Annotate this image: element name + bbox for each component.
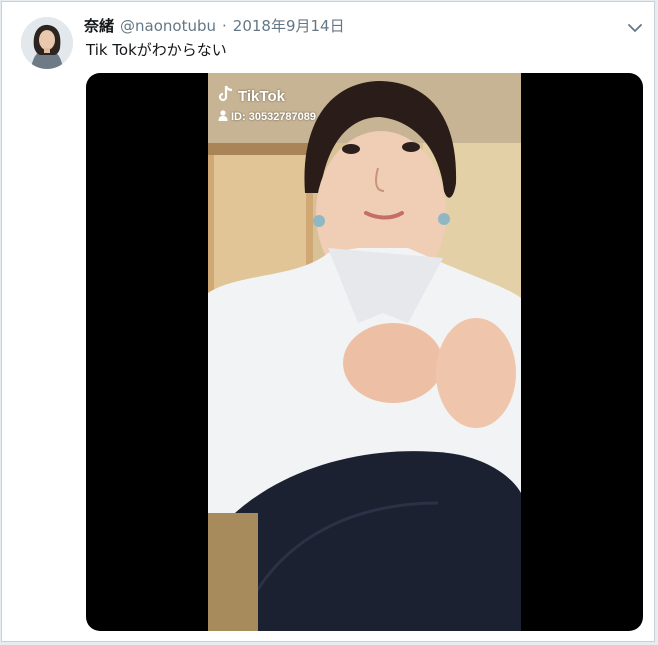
user-handle[interactable]: @naonotubu xyxy=(120,16,216,36)
avatar-image xyxy=(21,17,73,69)
tiktok-note-icon xyxy=(218,85,234,107)
tiktok-id-watermark: ID: 30532787089 xyxy=(218,110,316,124)
chevron-down-icon[interactable] xyxy=(626,20,644,34)
avatar[interactable] xyxy=(21,17,73,69)
tweet-text: Tik Tokがわからない xyxy=(86,41,227,59)
tweet-header: 奈緒 @naonotubu · 2018年9月14日 xyxy=(84,16,345,36)
tiktok-brand-text: TikTok xyxy=(238,87,285,105)
tiktok-id-text: ID: 30532787089 xyxy=(231,111,317,123)
user-icon xyxy=(218,110,228,124)
video-media[interactable]: TikTok ID: 30532787089 xyxy=(86,73,643,631)
tweet-date[interactable]: 2018年9月14日 xyxy=(233,16,345,36)
video-frame[interactable]: TikTok ID: 30532787089 xyxy=(208,73,521,631)
separator: · xyxy=(222,17,227,35)
video-still-image xyxy=(208,73,521,631)
display-name[interactable]: 奈緒 xyxy=(84,16,114,36)
tiktok-watermark: TikTok xyxy=(218,85,285,107)
tweet-card[interactable]: 奈緒 @naonotubu · 2018年9月14日 Tik Tokがわからない xyxy=(1,1,655,642)
